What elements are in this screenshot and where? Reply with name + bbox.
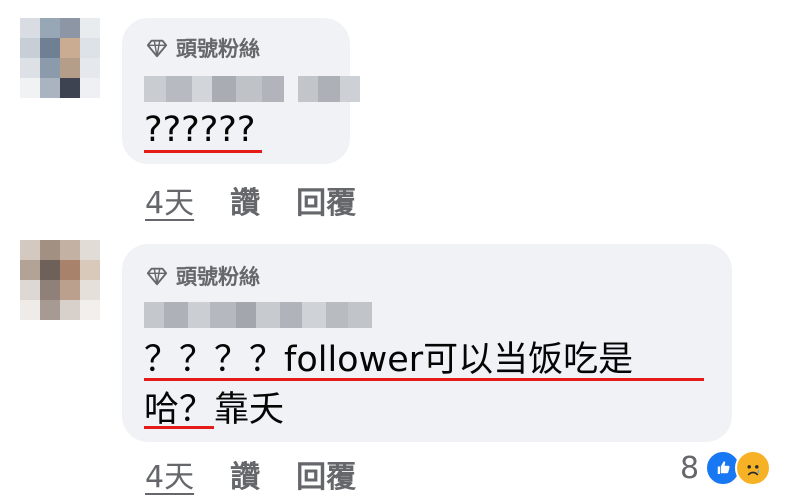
reply-button[interactable]: 回覆 [296,452,356,496]
comment-bubble: 頭號粉絲 ?????? [122,18,360,164]
top-fan-badge[interactable]: 頭號粉絲 [146,261,260,291]
commenter-avatar[interactable] [20,18,100,98]
like-button[interactable]: 讚 [230,452,260,496]
text-underline [144,378,704,381]
diamond-icon [146,267,168,286]
commenter-avatar[interactable] [20,240,100,320]
top-fan-label: 頭號粉絲 [176,37,260,61]
comment-text: ?????? [144,110,256,150]
commenter-name-redacted[interactable] [144,302,372,328]
reply-button[interactable]: 回覆 [296,178,356,222]
timestamp-link[interactable]: 4天 [145,178,194,222]
text-underline [144,426,214,429]
reaction-summary[interactable]: 8 [680,450,772,486]
comment-actions: 4天 讚 回覆 [145,178,356,222]
diamond-icon [146,39,168,58]
sad-icon [735,450,772,486]
comment-bubble: 頭號粉絲 ？？？？follower可以当饭吃是 哈？靠夭 [122,244,732,442]
like-button[interactable]: 讚 [230,178,260,222]
text-underline [144,150,262,153]
comment-actions: 4天 讚 回覆 [145,452,356,496]
top-fan-label: 頭號粉絲 [176,265,260,289]
reaction-count: 8 [680,450,700,486]
top-fan-badge[interactable]: 頭號粉絲 [146,33,260,63]
commenter-name-redacted[interactable] [144,76,360,102]
timestamp-link[interactable]: 4天 [145,452,194,496]
